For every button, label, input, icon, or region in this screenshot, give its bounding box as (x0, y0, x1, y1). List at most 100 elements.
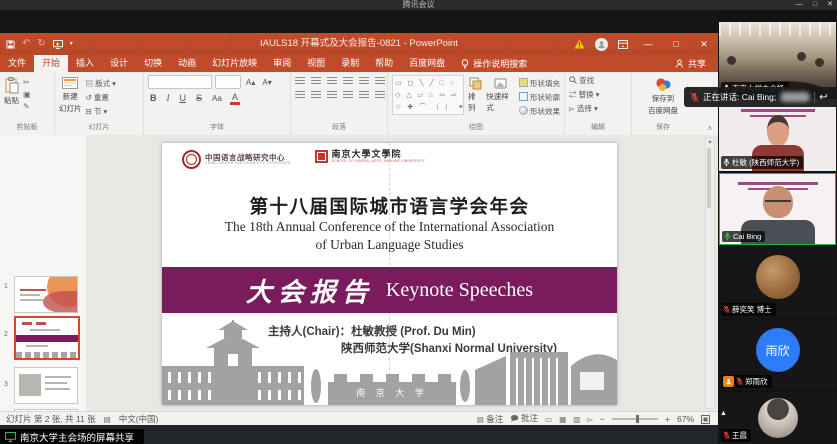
ppt-minimize-button[interactable]: — (634, 33, 662, 55)
spellcheck-icon[interactable]: ▤ (104, 415, 111, 424)
zoom-slider-thumb[interactable] (636, 415, 639, 423)
indent-decrease-icon[interactable] (327, 77, 337, 85)
participant-tile-3-active-speaker[interactable]: Cai Bing (719, 173, 836, 245)
zoom-slider[interactable] (612, 418, 658, 420)
conference-title-cn: 第十八届国际城市语言学会年会 (162, 193, 617, 219)
font-size-box[interactable] (215, 75, 241, 89)
bullets-icon[interactable] (295, 77, 305, 85)
text-direction-icon[interactable] (375, 77, 385, 85)
find-button[interactable]: 查找 (569, 75, 594, 86)
replace-button[interactable]: ⇄ 替换 ▾ (569, 89, 599, 100)
tab-file[interactable]: 文件 (0, 55, 34, 72)
tab-view[interactable]: 视图 (299, 55, 333, 72)
participant-tile-5[interactable]: 雨欣 郑雨欣 (719, 320, 836, 390)
slideshow-view-button[interactable]: ▻ (587, 415, 593, 424)
arrange-button[interactable]: 排列 (468, 75, 482, 113)
new-slide-button[interactable]: 新建 幻灯片 (59, 75, 82, 114)
slide-thumbnail-3[interactable] (14, 367, 78, 404)
zoom-in-button[interactable]: + (665, 414, 670, 424)
warning-icon[interactable] (568, 39, 590, 49)
quick-styles-button[interactable]: 快速样式 (486, 75, 515, 113)
grow-font-button[interactable]: A▴ (244, 76, 257, 89)
shape-outline-button[interactable]: 形状轮廓 (519, 92, 560, 103)
participant-tile-6[interactable]: 王晨 (719, 392, 836, 444)
slide-sorter-button[interactable]: ▦ (559, 415, 566, 424)
ppt-close-button[interactable]: ✕ (690, 33, 718, 55)
scrollbar-thumb[interactable] (707, 148, 711, 208)
ppt-restore-button[interactable]: □ (662, 33, 690, 55)
shape-effects-button[interactable]: 形状效果 (519, 106, 560, 117)
tab-review[interactable]: 审阅 (265, 55, 299, 72)
tab-animations[interactable]: 动画 (170, 55, 204, 72)
reading-view-button[interactable]: ▥ (573, 415, 580, 424)
participant-tile-2[interactable]: 杜敏 (陕西师范大学) (719, 99, 836, 171)
reset-button[interactable]: ↺ 重置 (86, 92, 116, 103)
slide-canvas[interactable]: 中国语言战略研究中心 CHINA CENTER FOR LINGUISTIC S… (162, 143, 617, 405)
screen-share-notice[interactable]: 南京大学主会场的屏幕共享 (0, 429, 144, 444)
tell-me-search[interactable]: 操作说明搜索 (453, 55, 535, 72)
tab-slideshow[interactable]: 幻灯片放映 (204, 55, 265, 72)
layout-button[interactable]: ▤ 版式 ▾ (86, 78, 116, 89)
share-button[interactable]: 共享 (663, 55, 718, 72)
fit-slide-icon[interactable] (701, 415, 710, 424)
ribbon-display-options-icon[interactable] (612, 40, 634, 49)
underline-button[interactable]: U (178, 92, 189, 105)
justify-icon[interactable] (343, 91, 353, 99)
numbering-icon[interactable] (311, 77, 321, 85)
comments-button[interactable]: 🗩 批注 (510, 412, 538, 426)
tab-insert[interactable]: 插入 (68, 55, 102, 72)
align-right-icon[interactable] (327, 91, 337, 99)
smartart-convert-icon[interactable] (375, 91, 385, 99)
account-avatar[interactable] (590, 38, 612, 51)
change-case-button[interactable]: Aa (210, 92, 224, 105)
panel-collapse-icon[interactable]: ▲ (720, 410, 727, 417)
shape-fill-button[interactable]: 形状填充 (519, 78, 560, 89)
shrink-font-button[interactable]: A▾ (260, 76, 273, 89)
save-to-baidu-button[interactable]: 保存到 百度网盘 (648, 75, 678, 116)
zoom-out-button[interactable]: − (600, 414, 605, 424)
language-status[interactable]: 中文(中国) (119, 413, 159, 425)
tab-record[interactable]: 录制 (333, 55, 367, 72)
meeting-minimize-button[interactable]: — (796, 0, 803, 10)
slide-thumbnail-2-selected[interactable] (14, 316, 80, 360)
zoom-percentage[interactable]: 67% (677, 414, 694, 424)
tab-transitions[interactable]: 切换 (136, 55, 170, 72)
scroll-up-icon[interactable]: ▲ (706, 138, 714, 147)
reset-label: 重置 (94, 93, 109, 102)
ribbon-collapse-icon[interactable]: ˄ (707, 124, 712, 133)
cut-icon[interactable]: ✂ (23, 78, 31, 87)
editor-scrollbar[interactable]: ▲ (705, 137, 715, 409)
normal-view-button[interactable]: ▭ (545, 415, 552, 424)
indent-increase-icon[interactable] (343, 77, 353, 85)
slide-thumbnail-1[interactable] (14, 276, 78, 313)
participant-tile-1[interactable]: 南京大学主会场 (719, 22, 836, 97)
participant-label: 王晨 (721, 429, 751, 442)
font-name-box[interactable] (148, 75, 212, 89)
shapes-gallery[interactable]: ▭ ◻ ╲ ╱ □ ○ ◇ △ ▱ ⌂ ⇦ ⇨ ☆ ✚ ⌒ （ ） ✦ (392, 75, 464, 115)
font-color-button[interactable]: A (230, 92, 240, 105)
paste-button[interactable]: 粘贴 (4, 75, 19, 106)
format-painter-icon[interactable]: ✎ (23, 102, 31, 111)
bold-button[interactable]: B (148, 92, 159, 105)
my-mic-muted-icon[interactable] (690, 92, 699, 103)
tab-baidu-netdisk[interactable]: 百度网盘 (401, 55, 453, 72)
tab-help[interactable]: 帮助 (367, 55, 401, 72)
shapes-row-3: ☆ ✚ ⌒ （ ） ✦ (395, 103, 461, 112)
select-button[interactable]: ▻ 选择 ▾ (569, 103, 598, 114)
nju-logo-text: 南京大學文學院 (332, 150, 425, 159)
notes-button[interactable]: ▤ 备注 (477, 413, 503, 425)
copy-icon[interactable]: ▣ (23, 90, 31, 99)
strikethrough-button[interactable]: S (194, 92, 204, 105)
tab-design[interactable]: 设计 (102, 55, 136, 72)
section-button[interactable]: ⊟ 节 ▾ (86, 106, 116, 117)
line-spacing-icon[interactable] (359, 77, 369, 85)
reply-arrow-icon[interactable]: ↩ (819, 92, 827, 103)
columns-icon[interactable] (359, 91, 369, 99)
align-center-icon[interactable] (311, 91, 321, 99)
meeting-maximize-button[interactable]: □ (813, 0, 817, 10)
meeting-close-button[interactable]: ✕ (827, 0, 833, 10)
participant-tile-4[interactable]: 薛奕笑 博士 (719, 247, 836, 318)
italic-button[interactable]: I (165, 92, 172, 105)
tab-home[interactable]: 开始 (34, 55, 68, 72)
align-left-icon[interactable] (295, 91, 305, 99)
